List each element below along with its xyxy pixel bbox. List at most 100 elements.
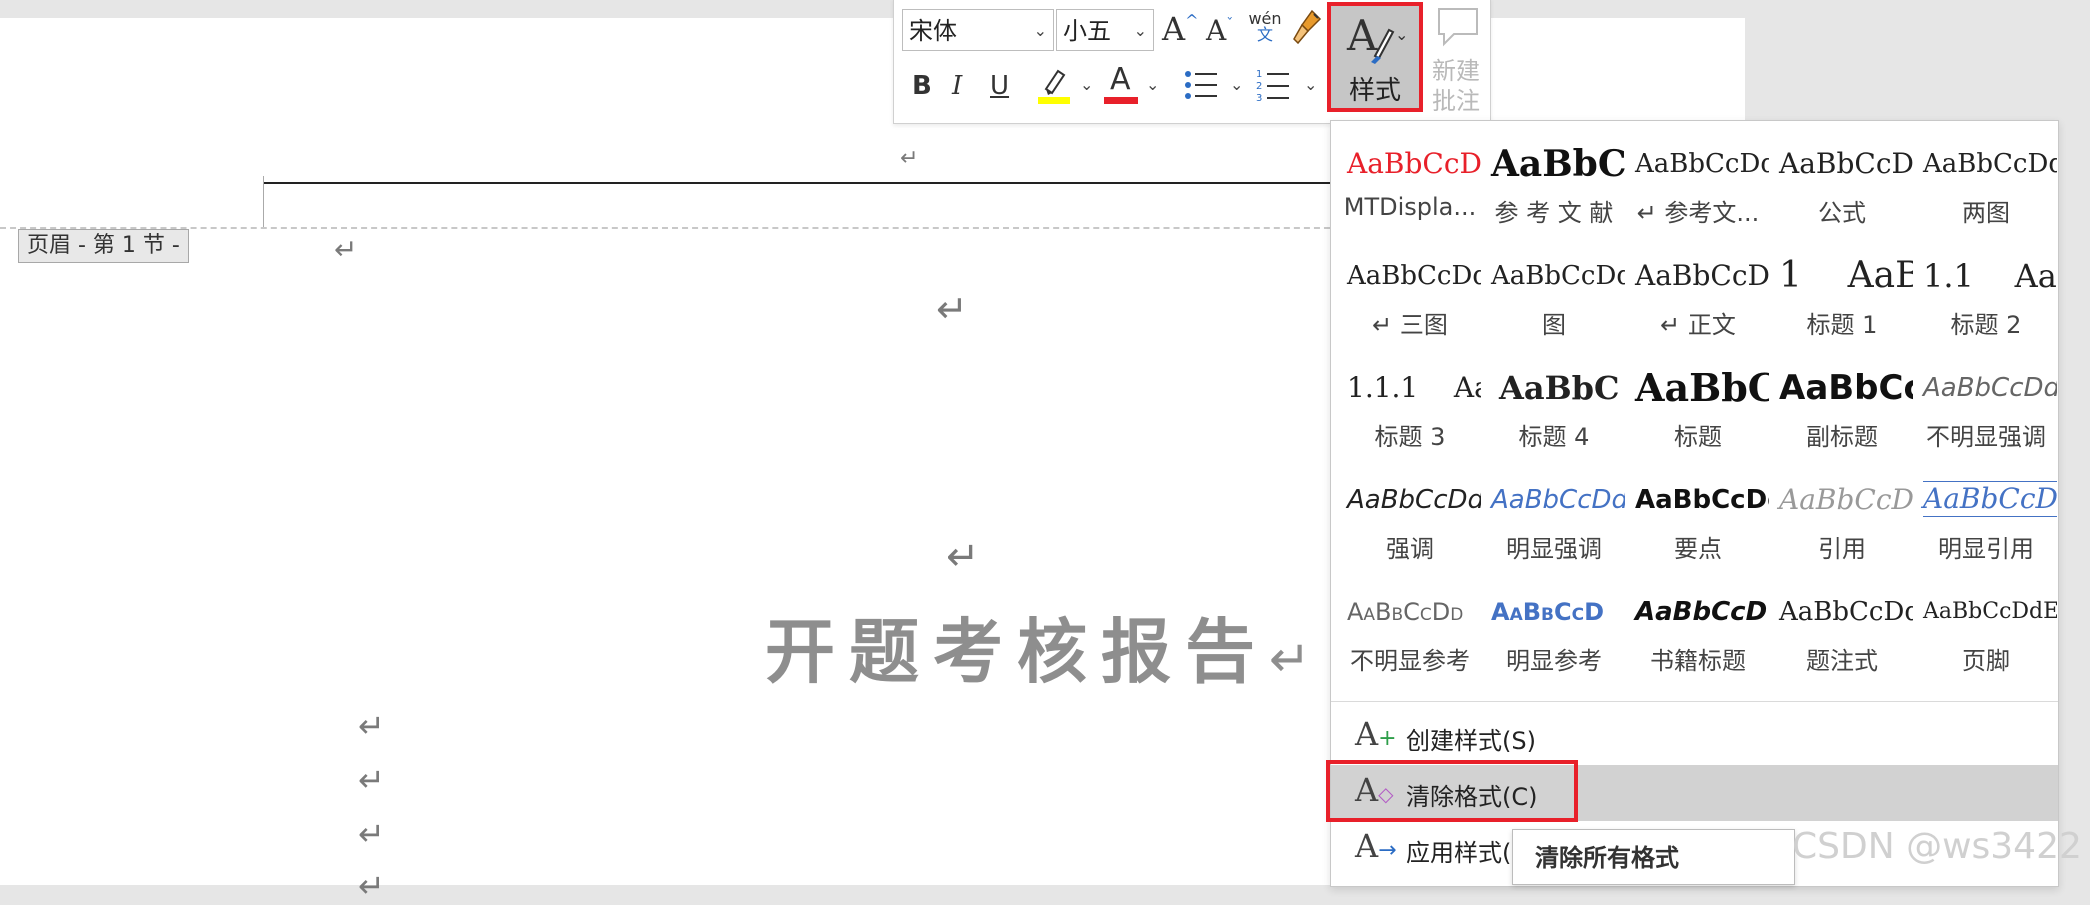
style-item[interactable]: AaBbCcDd 不明显参考 — [1339, 573, 1481, 683]
style-name: 公式 — [1818, 199, 1866, 227]
svg-text:A: A — [1346, 11, 1378, 60]
style-item[interactable]: AaBbCc 副标题 — [1771, 349, 1913, 459]
style-name: 图 — [1542, 311, 1566, 339]
style-item[interactable]: AaBbCcDd ↵ 正文 — [1627, 237, 1769, 347]
style-item[interactable]: AaBbCcDd 要点 — [1627, 461, 1769, 571]
chevron-down-icon[interactable]: ⌄ — [1304, 75, 1317, 94]
style-sample: AaBbCcDd — [1491, 485, 1625, 515]
document-title-text: 开题考核报告 — [765, 610, 1269, 693]
style-sample: AaBbCcD — [1635, 597, 1768, 627]
style-name: 标题 2 — [1950, 311, 2022, 339]
style-item[interactable]: 1 AaB 标题 1 — [1771, 237, 1913, 347]
style-item[interactable]: AaBbC 参 考 文 献 — [1483, 125, 1625, 235]
style-name: 书籍标题 — [1650, 647, 1746, 675]
document-title[interactable]: 开题考核报告↵ — [765, 612, 1311, 699]
paragraph-mark: ↵ — [358, 761, 385, 799]
format-painter-icon[interactable] — [1290, 9, 1324, 51]
phonetic-guide-icon[interactable]: wén 文 — [1248, 11, 1282, 43]
svg-text:2: 2 — [1256, 81, 1262, 92]
style-item[interactable]: AaBbCcDd ↵ 三图 — [1339, 237, 1481, 347]
style-item[interactable]: AaBbCcDd 明显引用 — [1915, 461, 2057, 571]
new-comment-line1: 新建 — [1432, 57, 1480, 85]
style-name: 引用 — [1818, 535, 1866, 563]
header-rule — [263, 182, 1343, 184]
style-name: 标题 1 — [1806, 311, 1878, 339]
chevron-down-icon[interactable]: ⌄ — [1146, 75, 1159, 94]
chevron-down-icon[interactable]: ⌄ — [1230, 75, 1243, 94]
style-name: 标题 4 — [1518, 423, 1590, 451]
style-sample: AaBbCcDd — [1923, 373, 2057, 403]
paragraph-mark: ↵ — [358, 867, 385, 905]
svg-text:1: 1 — [1256, 69, 1262, 80]
style-item[interactable]: AaBbC 标题 4 — [1483, 349, 1625, 459]
style-name: 两图 — [1962, 199, 2010, 227]
header-boundary — [0, 227, 1340, 229]
style-item[interactable]: AaBbC 标题 — [1627, 349, 1769, 459]
chevron-down-icon[interactable]: ⌄ — [1080, 75, 1093, 94]
style-item[interactable]: AaBbCcDd 题注式 — [1771, 573, 1913, 683]
style-name: ↵ 参考文... — [1636, 199, 1760, 227]
style-sample: AaBbCcD — [1491, 598, 1604, 626]
style-item[interactable]: AaBbCcDd 不明显强调 — [1915, 349, 2057, 459]
caret-down-icon: ˇ — [1226, 16, 1234, 32]
grow-font-icon[interactable]: A^ — [1162, 13, 1199, 46]
style-item[interactable]: AaBbCcDd 图 — [1483, 237, 1625, 347]
style-name: 不明显强调 — [1926, 423, 2046, 451]
style-item[interactable]: AaBbCcDd 公式 — [1771, 125, 1913, 235]
style-item[interactable]: AaBbCcD 书籍标题 — [1627, 573, 1769, 683]
styles-icon: A ⌄ — [1345, 10, 1409, 70]
paragraph-mark: ↵ — [358, 707, 385, 745]
style-sample: AaBbC — [1491, 143, 1625, 185]
watermark: CSDN @ws3422 — [1792, 826, 2082, 867]
style-item[interactable]: AaBbCcDd 明显强调 — [1483, 461, 1625, 571]
styles-button[interactable]: A ⌄ 样式 — [1327, 2, 1423, 112]
style-item[interactable]: AaBbCcDd 引用 — [1771, 461, 1913, 571]
style-item[interactable]: AaBbCcDdE 页脚 — [1915, 573, 2057, 683]
shrink-font-icon[interactable]: Aˇ — [1206, 17, 1233, 45]
header-section-label: 页眉 - 第 1 节 - — [18, 229, 189, 263]
bullets-icon[interactable] — [1184, 69, 1218, 105]
style-sample: AaBbC — [1635, 365, 1769, 410]
comment-icon — [1436, 6, 1480, 52]
new-comment-button[interactable]: 新建 批注 — [1426, 2, 1486, 117]
gallery-separator — [1331, 701, 2058, 702]
highlight-icon[interactable] — [1036, 65, 1072, 109]
phonetic-bottom: 文 — [1256, 25, 1273, 44]
italic-button[interactable]: I — [952, 73, 962, 99]
style-item[interactable]: 1.1.1 Aa 标题 3 — [1339, 349, 1481, 459]
create-style-item[interactable]: A+ 创建样式(S) — [1331, 709, 2058, 765]
header-margin-tick — [263, 176, 264, 228]
styles-label: 样式 — [1348, 76, 1401, 106]
style-sample: AaBbCcDd — [1347, 147, 1481, 180]
style-sample: AaBbCcDd — [1923, 481, 2057, 517]
style-sample: AaBbCcDd — [1923, 149, 2057, 179]
font-color-icon[interactable]: A — [1104, 63, 1140, 105]
style-item[interactable]: 1.1 AaB 标题 2 — [1915, 237, 2057, 347]
paragraph-mark: ↵ — [358, 815, 385, 853]
style-item[interactable]: AaBbCcDd 两图 — [1915, 125, 2057, 235]
style-item[interactable]: AaBbCcDd 强调 — [1339, 461, 1481, 571]
style-sample: AaBbC — [1499, 369, 1620, 407]
bold-button[interactable]: B — [912, 73, 932, 99]
style-sample: AaBbCcDd — [1491, 261, 1625, 291]
font-size-combo[interactable]: 小五 ⌄ — [1056, 9, 1154, 51]
style-sample: AaBbCc — [1779, 368, 1913, 408]
style-item[interactable]: AaBbCcDd MTDispla... — [1339, 125, 1481, 235]
style-sample: AaBbCcDd — [1635, 259, 1769, 292]
paragraph-mark: ↵ — [334, 233, 358, 266]
underline-button[interactable]: U — [990, 73, 1009, 99]
font-name-combo[interactable]: 宋体 ⌄ — [902, 9, 1054, 51]
font-color-letter: A — [1110, 62, 1131, 97]
style-name: 标题 3 — [1374, 423, 1446, 451]
style-sample: 1 AaB — [1779, 255, 1913, 296]
style-sample: AaBbCcDd — [1347, 261, 1481, 291]
new-comment-line2: 批注 — [1432, 87, 1480, 115]
style-sample: AaBbCcDd — [1347, 485, 1481, 515]
style-item[interactable]: AaBbCcD 明显参考 — [1483, 573, 1625, 683]
font-size-value: 小五 — [1063, 17, 1111, 45]
clear-format-highlight — [1326, 760, 1578, 822]
style-name: 页脚 — [1962, 647, 2010, 675]
style-item[interactable]: AaBbCcDd ↵ 参考文... — [1627, 125, 1769, 235]
paragraph-mark: ↵ — [900, 146, 919, 171]
numbering-icon[interactable]: 123 — [1256, 67, 1290, 107]
